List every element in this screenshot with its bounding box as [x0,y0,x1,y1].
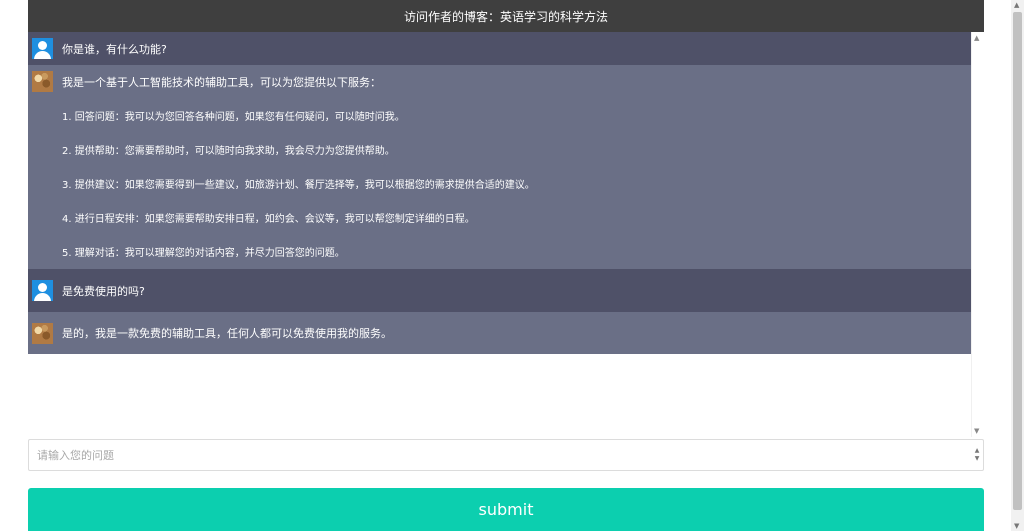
user-avatar-icon [32,280,53,301]
page-scroll-up-icon[interactable]: ▲ [1014,1,1019,9]
message-line: 5. 理解对话：我可以理解您的对话内容，并尽力回答您的问题。 [62,247,345,259]
bot-avatar-icon [32,322,53,344]
message-line: 4. 进行日程安排：如果您需要帮助安排日程，如约会、会议等，我可以帮您制定详细的… [62,213,475,225]
page-scroll-thumb[interactable] [1013,12,1022,510]
user-avatar-icon [32,38,53,59]
message-text: 我是一个基于人工智能技术的辅助工具，可以为您提供以下服务： [62,75,381,89]
bot-message: 是的，我是一款免费的辅助工具，任何人都可以免费使用我的服务。 [28,312,971,354]
blog-link[interactable]: 访问作者的博客：英语学习的科学方法 [28,0,984,32]
user-message: 你是谁，有什么功能? [28,32,971,65]
chat-scrollbar[interactable]: ▲ ▼ [971,32,984,437]
message-text: 你是谁，有什么功能? [62,42,167,56]
blog-link-label: 访问作者的博客：英语学习的科学方法 [403,9,608,24]
message-text: 是免费使用的吗? [62,284,145,298]
page-scroll-down-icon[interactable]: ▼ [1014,522,1019,530]
submit-button[interactable]: submit [28,488,984,531]
user-message: 是免费使用的吗? [28,269,971,312]
message-line: 3. 提供建议：如果您需要得到一些建议，如旅游计划、餐厅选择等，我可以根据您的需… [62,179,535,191]
page-scrollbar[interactable]: ▲ ▼ [1011,0,1024,531]
input-spinner-icon[interactable]: ▲ ▼ [972,441,982,469]
message-line: 1. 回答问题：我可以为您回答各种问题，如果您有任何疑问，可以随时问我。 [62,111,405,123]
submit-button-label: submit [478,500,534,519]
chat-history: 你是谁，有什么功能? 我是一个基于人工智能技术的辅助工具，可以为您提供以下服务：… [28,32,971,437]
message-text: 是的，我是一款免费的辅助工具，任何人都可以免费使用我的服务。 [62,327,392,340]
bot-message: 我是一个基于人工智能技术的辅助工具，可以为您提供以下服务： 1. 回答问题：我可… [28,65,971,269]
scroll-down-icon[interactable]: ▼ [974,427,979,435]
scroll-up-icon[interactable]: ▲ [974,34,979,42]
question-input[interactable] [28,439,984,471]
bot-avatar-icon [32,71,53,92]
message-line: 2. 提供帮助：您需要帮助时，可以随时向我求助，我会尽力为您提供帮助。 [62,145,395,157]
